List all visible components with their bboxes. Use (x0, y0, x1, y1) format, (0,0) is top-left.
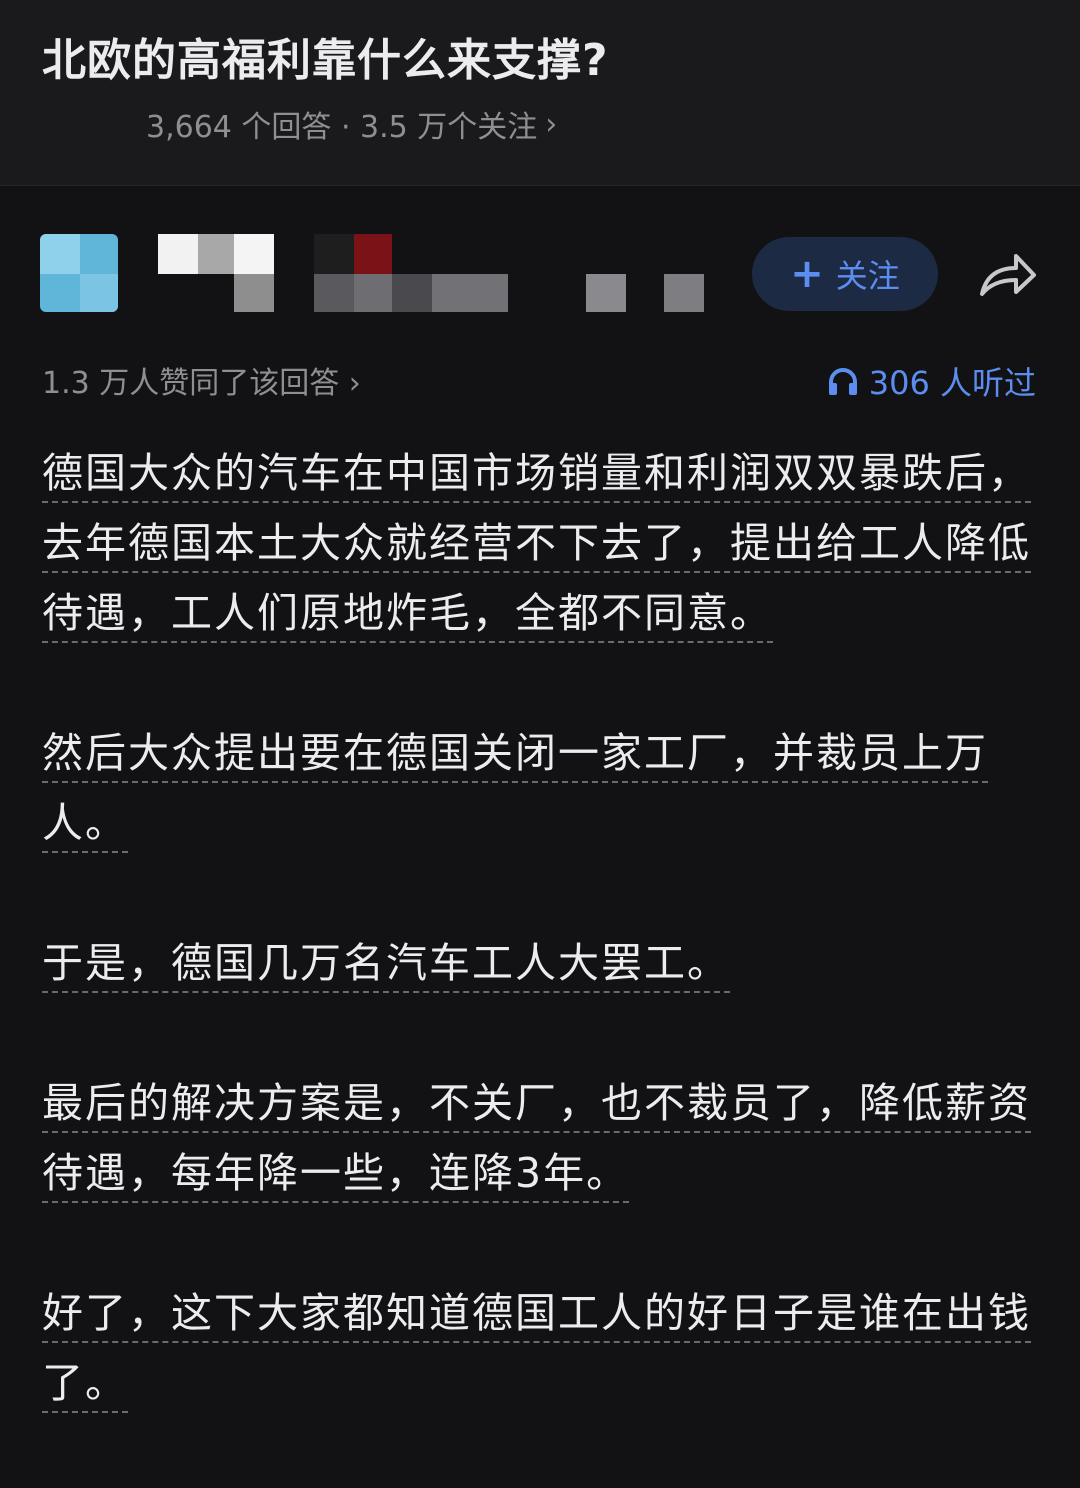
mosaic-tile (354, 234, 392, 274)
question-header: 北欧的高福利靠什么来支撑? 3,664 个回答 · 3.5 万个关注 › (0, 0, 1080, 186)
mosaic-tile (158, 234, 198, 274)
chevron-right-icon: › (348, 366, 361, 401)
avatar[interactable] (40, 234, 118, 312)
answer-paragraph: 然后大众提出要在德国关闭一家工厂，并裁员上万人。 (42, 718, 1032, 858)
follow-label: 关注 (835, 257, 900, 295)
headphones-icon (828, 368, 857, 395)
follow-button[interactable]: + 关注 (752, 237, 938, 311)
answer-stats-row: 1.3 万人赞同了该回答 › 306 人听过 (0, 358, 1080, 402)
mosaic-tile (354, 274, 392, 312)
mosaic-tile (234, 234, 274, 274)
paragraph-text: 然后大众提出要在德国关闭一家工厂，并裁员上万人。 (42, 729, 988, 853)
paragraph-text: 好了，这下大家都知道德国工人的好日子是谁在出钱了。 (42, 1289, 1031, 1413)
upvote-count-text: 1.3 万人赞同了该回答 (42, 366, 340, 401)
paragraph-text: 于是，德国几万名汽车工人大罢工。 (42, 939, 730, 993)
answer-paragraph: 于是，德国几万名汽车工人大罢工。 (42, 928, 1032, 998)
mosaic-tile (432, 274, 508, 312)
chevron-right-icon: › (545, 106, 558, 142)
answer-content: 德国大众的汽车在中国市场销量和利润双双暴跌后，去年德国本土大众就经营不下去了，提… (42, 438, 1032, 1488)
question-meta-text: 3,664 个回答 · 3.5 万个关注 (146, 110, 538, 145)
share-arrow-icon[interactable] (976, 248, 1038, 302)
answer-paragraph: 德国大众的汽车在中国市场销量和利润双双暴跌后，去年德国本土大众就经营不下去了，提… (42, 438, 1032, 648)
mosaic-tile (664, 274, 704, 312)
mosaic-tile (586, 274, 626, 312)
mosaic-tile (198, 234, 234, 274)
mosaic-tile (392, 274, 432, 312)
paragraph-text: 德国大众的汽车在中国市场销量和利润双双暴跌后，去年德国本土大众就经营不下去了，提… (42, 449, 1031, 643)
upvote-count-link[interactable]: 1.3 万人赞同了该回答 › (42, 358, 361, 402)
paragraph-text: 最后的解决方案是，不关厂，也不裁员了，降低薪资待遇，每年降一些，连降3年。 (42, 1079, 1031, 1203)
avatar-pixel (80, 274, 118, 312)
question-title[interactable]: 北欧的高福利靠什么来支撑? (42, 24, 609, 88)
answer-paragraph: 好了，这下大家都知道德国工人的好日子是谁在出钱了。 (42, 1278, 1032, 1418)
author-row: + 关注 (0, 220, 1080, 330)
listen-count[interactable]: 306 人听过 (827, 358, 1036, 404)
question-meta[interactable]: 3,664 个回答 · 3.5 万个关注 › (146, 102, 557, 146)
avatar-pixel (40, 234, 80, 274)
mosaic-tile (234, 274, 274, 312)
answer-paragraph: 最后的解决方案是，不关厂，也不裁员了，降低薪资待遇，每年降一些，连降3年。 (42, 1068, 1032, 1208)
plus-icon: + (790, 251, 824, 297)
mosaic-tile (314, 234, 354, 274)
mosaic-tile (314, 274, 354, 312)
listen-count-text: 306 人听过 (868, 364, 1036, 402)
